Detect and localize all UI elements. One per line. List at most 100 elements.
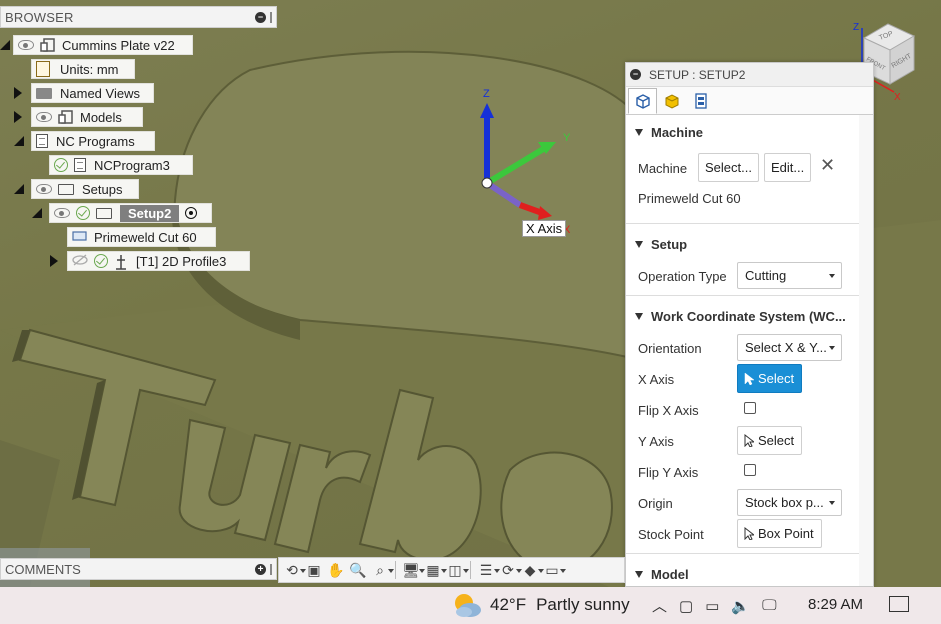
expand-toggle-setup2[interactable] xyxy=(32,206,46,220)
network-icon[interactable]: 🖵 xyxy=(762,597,776,614)
setup-dialog[interactable]: − SETUP : SETUP2 Machine Machine Select.… xyxy=(625,62,874,587)
browser-item-models[interactable]: Models xyxy=(31,107,143,127)
dialog-title-bar[interactable]: − SETUP : SETUP2 xyxy=(626,63,873,87)
stock-display-icon[interactable]: ☰ xyxy=(476,560,500,580)
flip-x-label: Flip X Axis xyxy=(638,403,699,418)
divider xyxy=(626,553,860,554)
y-axis-select-button[interactable]: Select xyxy=(737,426,802,455)
meet-now-icon[interactable]: ▢ xyxy=(679,597,693,615)
active-setup-icon[interactable] xyxy=(185,207,198,219)
visibility-eye-icon[interactable] xyxy=(54,208,70,218)
partly-sunny-icon xyxy=(455,594,481,617)
dialog-collapse-icon[interactable]: − xyxy=(630,69,641,80)
toolbar-separator xyxy=(470,561,471,579)
origin-label: Origin xyxy=(638,496,673,511)
section-model-header[interactable]: Model xyxy=(635,567,689,582)
tab-post-process[interactable] xyxy=(686,88,715,114)
expand-toggle-nc-programs[interactable] xyxy=(14,134,28,148)
taskbar-clock[interactable]: 8:29 AM xyxy=(808,596,863,613)
browser-item-label: Named Views xyxy=(60,85,140,101)
browser-panel-header[interactable]: BROWSER − xyxy=(0,6,277,28)
browser-item-named-views[interactable]: Named Views xyxy=(31,83,154,103)
browser-item-ncprogram3[interactable]: NCProgram3 xyxy=(49,155,193,175)
simulation-icon[interactable]: ⟳ xyxy=(498,560,522,580)
section-setup-header[interactable]: Setup xyxy=(635,237,687,252)
visibility-eye-icon[interactable] xyxy=(18,40,34,50)
flip-x-checkbox[interactable] xyxy=(744,402,756,414)
section-machine-header[interactable]: Machine xyxy=(635,125,703,140)
cursor-arrow-icon xyxy=(744,372,754,385)
y-axis-select-label: Select xyxy=(758,433,795,448)
flip-y-checkbox[interactable] xyxy=(744,464,756,476)
triad-y-label: Y xyxy=(563,132,571,144)
display-settings-icon[interactable]: 🖥 xyxy=(401,560,425,580)
chevron-down-icon xyxy=(829,274,835,278)
stock-point-button[interactable]: Box Point xyxy=(737,519,822,548)
expand-toggle-profile[interactable] xyxy=(50,254,64,268)
orientation-label: Orientation xyxy=(638,341,702,356)
expand-toggle-models[interactable] xyxy=(14,110,28,124)
battery-icon[interactable]: ▭ xyxy=(705,597,719,615)
folder-open-icon xyxy=(58,183,74,195)
toolpath-display-icon[interactable]: ▭ xyxy=(542,560,566,580)
browser-item-setups[interactable]: Setups xyxy=(31,179,139,199)
machine-select-button[interactable]: Select... xyxy=(698,153,759,182)
expand-toggle-root[interactable] xyxy=(0,38,14,52)
add-comment-icon[interactable]: + xyxy=(255,563,266,575)
axis-tooltip: X Axis xyxy=(522,220,567,237)
x-axis-select-button[interactable]: Select xyxy=(737,364,802,393)
orientation-select[interactable]: Select X & Y... xyxy=(737,334,842,361)
machine-label: Machine xyxy=(638,161,688,176)
dialog-scrollbar[interactable] xyxy=(859,115,873,586)
tab-stock[interactable] xyxy=(657,88,686,114)
tab-setup[interactable] xyxy=(628,88,657,114)
x-axis-select-label: Select xyxy=(758,371,795,386)
fit-icon[interactable]: ⌕ xyxy=(370,560,394,580)
origin-select[interactable]: Stock box p... xyxy=(737,489,842,516)
browser-item-machine[interactable]: Primeweld Cut 60 xyxy=(67,227,216,247)
status-ok-icon xyxy=(94,254,108,268)
grid-icon[interactable]: ▦ xyxy=(423,560,447,580)
orbit-constrained-icon[interactable]: ⟲ xyxy=(282,560,306,580)
nc-program-icon xyxy=(74,158,86,172)
browser-item-setup2[interactable]: Setup2 xyxy=(49,203,212,223)
browser-item-operation[interactable]: [T1] 2D Profile3 xyxy=(67,251,250,271)
panel-grip-icon[interactable] xyxy=(270,563,272,575)
expand-toggle-named-views[interactable] xyxy=(14,86,28,100)
origin-value: Stock box p... xyxy=(745,495,824,510)
show-hidden-icons-icon[interactable]: ︿ xyxy=(652,595,667,616)
volume-icon[interactable]: 🔈 xyxy=(731,597,750,615)
comments-panel-header[interactable]: COMMENTS + xyxy=(0,558,277,580)
visibility-eye-icon[interactable] xyxy=(36,184,52,194)
notification-center-icon[interactable] xyxy=(889,596,909,612)
expand-toggle-setups[interactable] xyxy=(14,182,28,196)
browser-item-label: Models xyxy=(80,109,122,125)
visibility-eye-icon[interactable] xyxy=(36,112,52,122)
triad-z-label: Z xyxy=(483,88,490,100)
browser-item-units[interactable]: Units: mm xyxy=(31,59,135,79)
section-wcs-header[interactable]: Work Coordinate System (WC... xyxy=(635,309,846,324)
stock-point-label: Stock Point xyxy=(638,527,704,542)
browser-item-document[interactable]: Cummins Plate v22 xyxy=(13,35,193,55)
machine-edit-button[interactable]: Edit... xyxy=(764,153,812,182)
zoom-icon[interactable]: 🔍 xyxy=(348,560,368,580)
panel-grip-icon[interactable] xyxy=(270,11,272,23)
chevron-down-icon xyxy=(829,501,835,505)
browser-title: BROWSER xyxy=(5,9,74,25)
system-tray: ︿ ▢ ▭ 🔈 🖵 xyxy=(652,595,777,616)
section-model-title: Model xyxy=(651,567,689,582)
viewports-icon[interactable]: ◫ xyxy=(445,560,469,580)
weather-widget[interactable]: 42°F Partly sunny xyxy=(452,591,630,619)
collapse-icon[interactable]: − xyxy=(255,11,266,23)
browser-item-label: Primeweld Cut 60 xyxy=(94,229,197,245)
pan-hand-icon[interactable]: ✋ xyxy=(326,560,346,580)
browser-item-nc-programs[interactable]: NC Programs xyxy=(31,131,155,151)
folder-icon xyxy=(36,87,52,99)
hidden-eye-icon[interactable] xyxy=(72,254,88,268)
model-display-icon[interactable]: ◆ xyxy=(520,560,544,580)
cursor-arrow-icon xyxy=(744,434,754,447)
browser-item-label: Cummins Plate v22 xyxy=(62,37,175,53)
operation-type-select[interactable]: Cutting xyxy=(737,262,842,289)
clear-machine-icon[interactable]: ✕ xyxy=(820,155,835,176)
look-at-icon[interactable]: ▣ xyxy=(304,560,324,580)
